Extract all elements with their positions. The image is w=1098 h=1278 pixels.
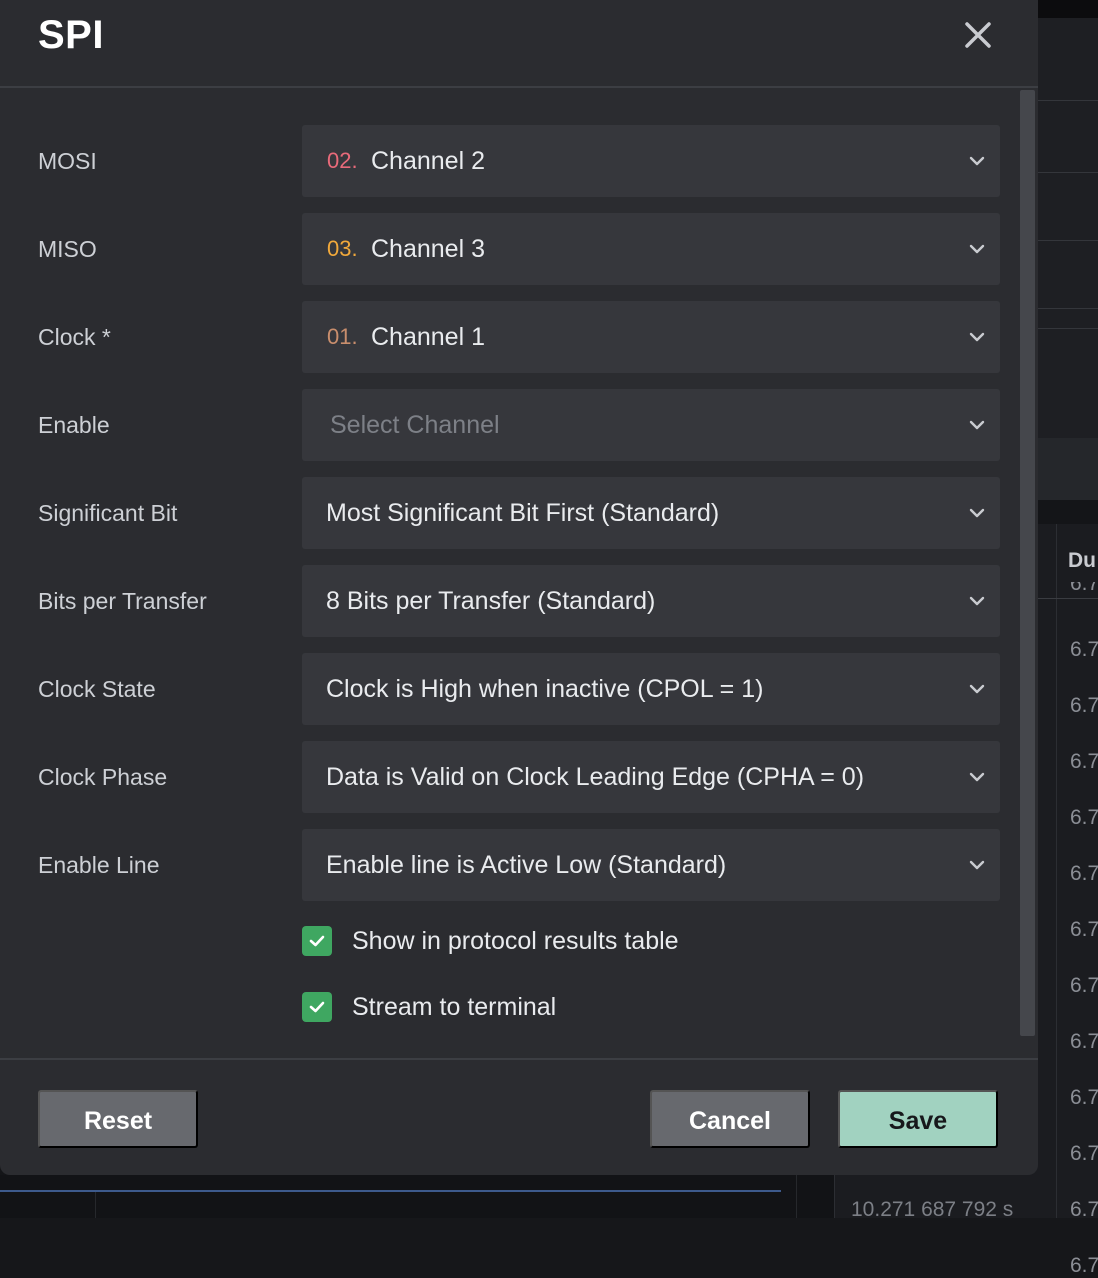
setting-row: Clock Phase Data is Valid on Clock Leadin… xyxy=(0,741,1010,813)
setting-dropdown[interactable]: 8 Bits per Transfer (Standard) xyxy=(302,565,1000,637)
setting-dropdown[interactable]: 02. Channel 2 xyxy=(302,125,1000,197)
waveform-line xyxy=(0,1190,781,1192)
chevron-down-icon xyxy=(969,594,985,608)
table-header-duration[interactable]: Du xyxy=(1068,549,1096,573)
setting-label: Clock Phase xyxy=(38,764,168,790)
spi-settings-dialog: SPI MOSI 02. Channel 2 MISO 03. Channel 3 Cloc… xyxy=(0,0,1038,1175)
stream-to-terminal-option[interactable]: Stream to terminal xyxy=(302,992,902,1024)
setting-row: Clock * 01. Channel 1 xyxy=(0,301,1010,373)
setting-dropdown[interactable]: 01. Channel 1 xyxy=(302,301,1000,373)
background-toolbar xyxy=(1038,0,1098,18)
dropdown-placeholder: Select Channel xyxy=(330,411,500,439)
setting-dropdown[interactable]: Data is Valid on Clock Leading Edge (CPH… xyxy=(302,741,1000,813)
setting-label: Significant Bit xyxy=(38,500,178,526)
setting-dropdown[interactable]: Most Significant Bit First (Standard) xyxy=(302,477,1000,549)
setting-label: Clock * xyxy=(38,324,111,350)
chevron-down-icon xyxy=(969,770,985,784)
table-timestamp: 10.271 687 792 s xyxy=(851,1198,1014,1221)
dropdown-value: 8 Bits per Transfer (Standard) xyxy=(326,587,656,615)
dropdown-value: Channel 3 xyxy=(371,235,485,263)
setting-row: Significant Bit Most Significant Bit Firs… xyxy=(0,477,1010,549)
background-band xyxy=(1038,438,1098,500)
chevron-down-icon xyxy=(969,154,985,168)
table-cell: 6.7 xyxy=(1070,918,1098,941)
chevron-down-icon xyxy=(969,858,985,872)
setting-row: Enable Select Channel xyxy=(0,389,1010,461)
save-button[interactable]: Save xyxy=(838,1090,998,1148)
setting-row: Enable Line Enable line is Active Low (St… xyxy=(0,829,1010,901)
table-cell: 6.7 xyxy=(1070,1198,1098,1221)
setting-label: MOSI xyxy=(38,148,97,174)
background-side-panel xyxy=(1038,18,1098,438)
table-cell: 6.7 xyxy=(1070,806,1098,829)
dropdown-value: Enable line is Active Low (Standard) xyxy=(326,851,727,879)
table-cell-partial: 6.7 xyxy=(1070,582,1098,595)
setting-dropdown[interactable]: Enable line is Active Low (Standard) xyxy=(302,829,1000,901)
cancel-button[interactable]: Cancel xyxy=(650,1090,810,1148)
table-cell: 6.7 xyxy=(1070,1142,1098,1165)
panel-divider xyxy=(1038,172,1098,173)
scrollbar-thumb[interactable] xyxy=(1020,90,1035,1036)
close-icon xyxy=(965,22,991,48)
setting-label: Clock State xyxy=(38,676,156,702)
table-cell: 6.7 xyxy=(1070,638,1098,661)
setting-dropdown[interactable]: Clock is High when inactive (CPOL = 1) xyxy=(302,653,1000,725)
chevron-down-icon xyxy=(969,418,985,432)
setting-dropdown[interactable]: 03. Channel 3 xyxy=(302,213,1000,285)
chevron-down-icon xyxy=(969,506,985,520)
checkmark-icon xyxy=(309,1001,325,1013)
setting-label: Bits per Transfer xyxy=(38,588,207,614)
show-in-table-option[interactable]: Show in protocol results table xyxy=(302,926,902,958)
setting-row: Clock State Clock is High when inactive (… xyxy=(0,653,1010,725)
setting-label: Enable xyxy=(38,412,110,438)
setting-label: MISO xyxy=(38,236,97,262)
table-cell: 6.7 xyxy=(1070,862,1098,885)
reset-button[interactable]: Reset xyxy=(38,1090,198,1148)
panel-divider xyxy=(1038,328,1098,329)
show-in-table-label: Show in protocol results table xyxy=(352,927,679,955)
waveform-separator xyxy=(796,1175,797,1218)
dropdown-value: Channel 1 xyxy=(371,323,485,351)
table-cell: 6.7 xyxy=(1070,1030,1098,1053)
setting-dropdown[interactable]: Select Channel xyxy=(302,389,1000,461)
setting-label: Enable Line xyxy=(38,852,160,878)
table-header-divider xyxy=(1038,598,1098,599)
dialog-header: SPI xyxy=(0,0,1038,88)
table-cell: 6.7 xyxy=(1070,1254,1098,1277)
table-cell: 6.7 xyxy=(1070,974,1098,997)
dropdown-value: Data is Valid on Clock Leading Edge (CPH… xyxy=(326,763,865,791)
chevron-down-icon xyxy=(969,242,985,256)
dialog-body: MOSI 02. Channel 2 MISO 03. Channel 3 Clock * 0… xyxy=(0,90,1038,1058)
setting-row: Bits per Transfer 8 Bits per Transfer (St… xyxy=(0,565,1010,637)
close-button[interactable] xyxy=(960,17,996,53)
panel-divider xyxy=(1038,100,1098,101)
stream-to-terminal-checkbox[interactable] xyxy=(302,992,332,1022)
chevron-down-icon xyxy=(969,330,985,344)
setting-row: MOSI 02. Channel 2 xyxy=(0,125,1010,197)
table-column-separator xyxy=(1056,524,1057,1218)
channel-number: 01. xyxy=(327,324,358,349)
dropdown-value: Channel 2 xyxy=(371,147,485,175)
waveform-strip xyxy=(0,1175,834,1218)
channel-number: 03. xyxy=(327,236,358,261)
table-cell: 6.7 xyxy=(1070,1086,1098,1109)
setting-row: MISO 03. Channel 3 xyxy=(0,213,1010,285)
table-cell: 6.7 xyxy=(1070,694,1098,717)
chevron-down-icon xyxy=(969,682,985,696)
panel-divider xyxy=(1038,308,1098,309)
dialog-title: SPI xyxy=(38,13,104,57)
panel-divider xyxy=(1038,240,1098,241)
dropdown-value: Most Significant Bit First (Standard) xyxy=(326,499,720,527)
channel-number: 02. xyxy=(327,148,358,173)
show-in-table-checkbox[interactable] xyxy=(302,926,332,956)
table-cell: 6.7 xyxy=(1070,750,1098,773)
dropdown-value: Clock is High when inactive (CPOL = 1) xyxy=(326,675,764,703)
waveform-separator xyxy=(95,1192,96,1218)
checkmark-icon xyxy=(309,935,325,947)
dialog-footer: Reset Cancel Save xyxy=(0,1058,1038,1175)
stream-to-terminal-label: Stream to terminal xyxy=(352,993,557,1021)
